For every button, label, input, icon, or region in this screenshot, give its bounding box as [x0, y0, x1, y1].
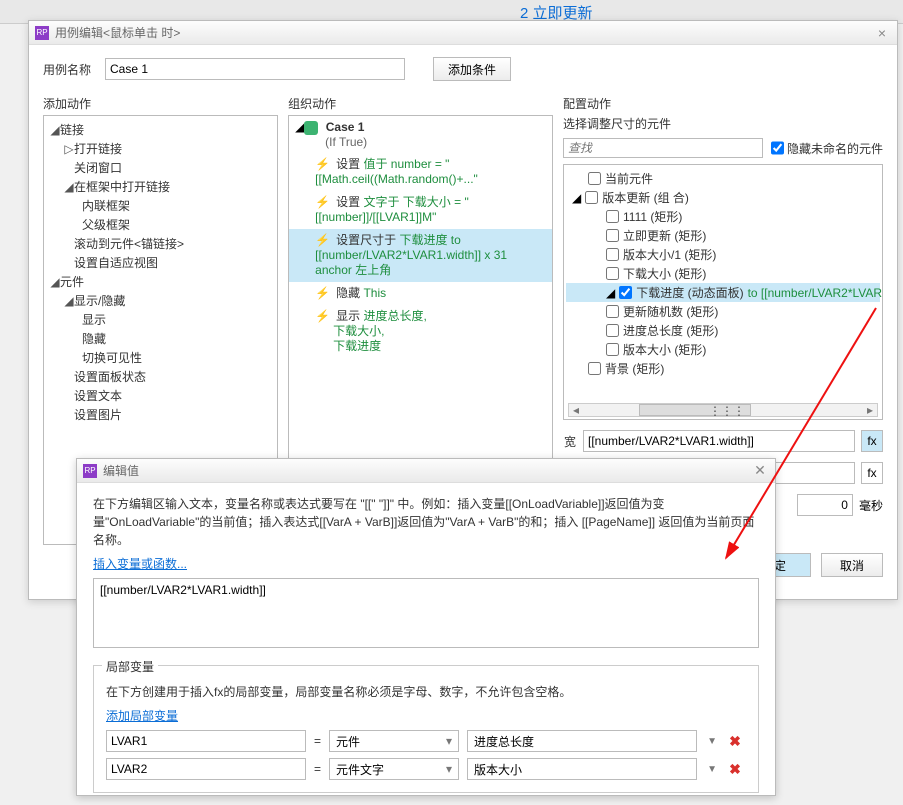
add-condition-button[interactable]: 添加条件: [433, 57, 511, 81]
edit-dialog-title: 编辑值: [103, 462, 751, 479]
tree-item[interactable]: 切换可见性: [82, 351, 142, 365]
tree-item[interactable]: 父级框架: [82, 218, 130, 232]
bolt-icon: ⚡: [315, 233, 330, 247]
chevron-down-icon: ▾: [446, 762, 452, 776]
action-item[interactable]: ⚡设置 值于 number = "[[Math.ceil((Math.rando…: [289, 153, 552, 191]
tree-item[interactable]: 打开链接: [74, 142, 122, 156]
local-var-row: = 元件▾ 进度总长度 ▼ ✖: [106, 730, 746, 752]
bolt-icon: ⚡: [315, 309, 330, 323]
var-type-select[interactable]: 元件文字▾: [329, 758, 459, 780]
action-item-selected[interactable]: ⚡设置尺寸于 下载进度 to [[number/LVAR2*LVAR1.widt…: [289, 229, 552, 282]
tree-item[interactable]: 显示: [82, 313, 106, 327]
local-var-legend: 局部变量: [102, 658, 158, 675]
tree-item[interactable]: 设置面板状态: [74, 370, 146, 384]
scroll-left-icon[interactable]: ◂: [569, 403, 583, 417]
expand-icon[interactable]: ▷: [64, 142, 74, 156]
tree-item[interactable]: 在框架中打开链接: [74, 180, 170, 194]
cfg-item[interactable]: 立即更新 (矩形): [566, 226, 880, 245]
configure-action-header: 配置动作: [563, 95, 883, 111]
cfg-item[interactable]: 进度总长度 (矩形): [566, 321, 880, 340]
rp-icon: RP: [83, 464, 97, 478]
dropdown-icon[interactable]: ▼: [705, 764, 719, 775]
chevron-down-icon: ▾: [446, 734, 452, 748]
bolt-icon: ⚡: [315, 286, 330, 300]
actions-tree: ◢链接 ▷打开链接 关闭窗口 ◢在框架中打开链接 内联框架 父级框架 滚动到元件…: [44, 116, 277, 428]
cfg-item[interactable]: 版本大小/1 (矩形): [566, 245, 880, 264]
close-icon[interactable]: ×: [873, 25, 891, 41]
collapse-icon[interactable]: ◢: [64, 180, 74, 194]
var-name-input[interactable]: [106, 730, 306, 752]
dialog-title: 用例编辑<鼠标单击 时>: [55, 24, 873, 41]
add-local-var-link[interactable]: 添加局部变量: [106, 709, 178, 723]
tree-item[interactable]: 内联框架: [82, 199, 130, 213]
select-widget-label: 选择调整尺寸的元件: [563, 115, 883, 132]
action-item[interactable]: ⚡设置 文字于 下载大小 = "[[number]]/[[LVAR1]]M": [289, 191, 552, 229]
tree-item[interactable]: 滚动到元件<锚链接>: [74, 237, 184, 251]
tree-item[interactable]: 隐藏: [82, 332, 106, 346]
organize-action-header: 组织动作: [288, 95, 553, 111]
var-name-input[interactable]: [106, 758, 306, 780]
cfg-item[interactable]: 下载大小 (矩形): [566, 264, 880, 283]
case-icon: [304, 121, 318, 135]
tree-item[interactable]: 设置文本: [74, 389, 122, 403]
fx-button[interactable]: fx: [861, 462, 883, 484]
cfg-item-selected[interactable]: ◢下载进度 (动态面板) to [[number/LVAR2*LVAR1.wid…: [566, 283, 880, 302]
case-header[interactable]: ◢ Case 1 (If True): [289, 116, 552, 153]
collapse-icon[interactable]: ◢: [50, 123, 60, 137]
cancel-button[interactable]: 取消: [821, 553, 883, 577]
var-type-select[interactable]: 元件▾: [329, 730, 459, 752]
var-target-select[interactable]: 进度总长度: [467, 730, 697, 752]
tree-item[interactable]: 显示/隐藏: [74, 294, 125, 308]
case-name-label: 用例名称: [43, 61, 91, 78]
delete-icon[interactable]: ✖: [727, 761, 743, 778]
collapse-icon[interactable]: ◢: [64, 294, 74, 308]
tree-item[interactable]: 设置图片: [74, 408, 122, 422]
width-label: 宽: [563, 433, 577, 450]
width-input[interactable]: [583, 430, 855, 452]
edit-value-dialog: RP 编辑值 ✕ 在下方编辑区输入文本，变量名称或表达式要写在 "[[" "]]…: [76, 458, 776, 796]
scroll-right-icon[interactable]: ▸: [863, 403, 877, 417]
action-item[interactable]: ⚡隐藏 This: [289, 282, 552, 305]
close-icon[interactable]: ✕: [751, 462, 769, 479]
fx-button[interactable]: fx: [861, 430, 883, 452]
search-input[interactable]: [563, 138, 763, 158]
dropdown-icon[interactable]: ▼: [705, 736, 719, 747]
bolt-icon: ⚡: [315, 157, 330, 171]
local-var-row: = 元件文字▾ 版本大小 ▼ ✖: [106, 758, 746, 780]
tree-item[interactable]: 关闭窗口: [74, 161, 122, 175]
edit-description: 在下方编辑区输入文本，变量名称或表达式要写在 "[[" "]]" 中。例如：插入…: [93, 495, 759, 549]
cfg-item[interactable]: 版本大小 (矩形): [566, 340, 880, 359]
action-item[interactable]: ⚡显示 进度总长度,下载大小,下载进度: [289, 305, 552, 358]
case-name-input[interactable]: [105, 58, 405, 80]
delete-icon[interactable]: ✖: [727, 733, 743, 750]
rp-icon: RP: [35, 26, 49, 40]
cfg-item[interactable]: 1111 (矩形): [566, 207, 880, 226]
cfg-item[interactable]: 更新随机数 (矩形): [566, 302, 880, 321]
bolt-icon: ⚡: [315, 195, 330, 209]
insert-variable-link[interactable]: 插入变量或函数...: [93, 557, 187, 571]
expression-input[interactable]: [[number/LVAR2*LVAR1.width]]: [93, 578, 759, 648]
horizontal-scrollbar[interactable]: ◂ ⋮⋮⋮ ▸: [568, 403, 878, 417]
duration-input[interactable]: [797, 494, 853, 516]
cfg-item[interactable]: ◢版本更新 (组 合): [566, 188, 880, 207]
add-action-header: 添加动作: [43, 95, 278, 111]
hide-unnamed-checkbox[interactable]: 隐藏未命名的元件: [771, 138, 883, 158]
collapse-icon[interactable]: ◢: [50, 275, 60, 289]
local-var-description: 在下方创建用于插入fx的局部变量，局部变量名称必须是字母、数字，不允许包含空格。: [106, 683, 746, 701]
ms-unit: 毫秒: [859, 497, 883, 514]
var-target-select[interactable]: 版本大小: [467, 758, 697, 780]
cfg-item[interactable]: 背景 (矩形): [566, 359, 880, 378]
cfg-item[interactable]: 当前元件: [566, 169, 880, 188]
tree-item[interactable]: 设置自适应视图: [74, 256, 158, 270]
